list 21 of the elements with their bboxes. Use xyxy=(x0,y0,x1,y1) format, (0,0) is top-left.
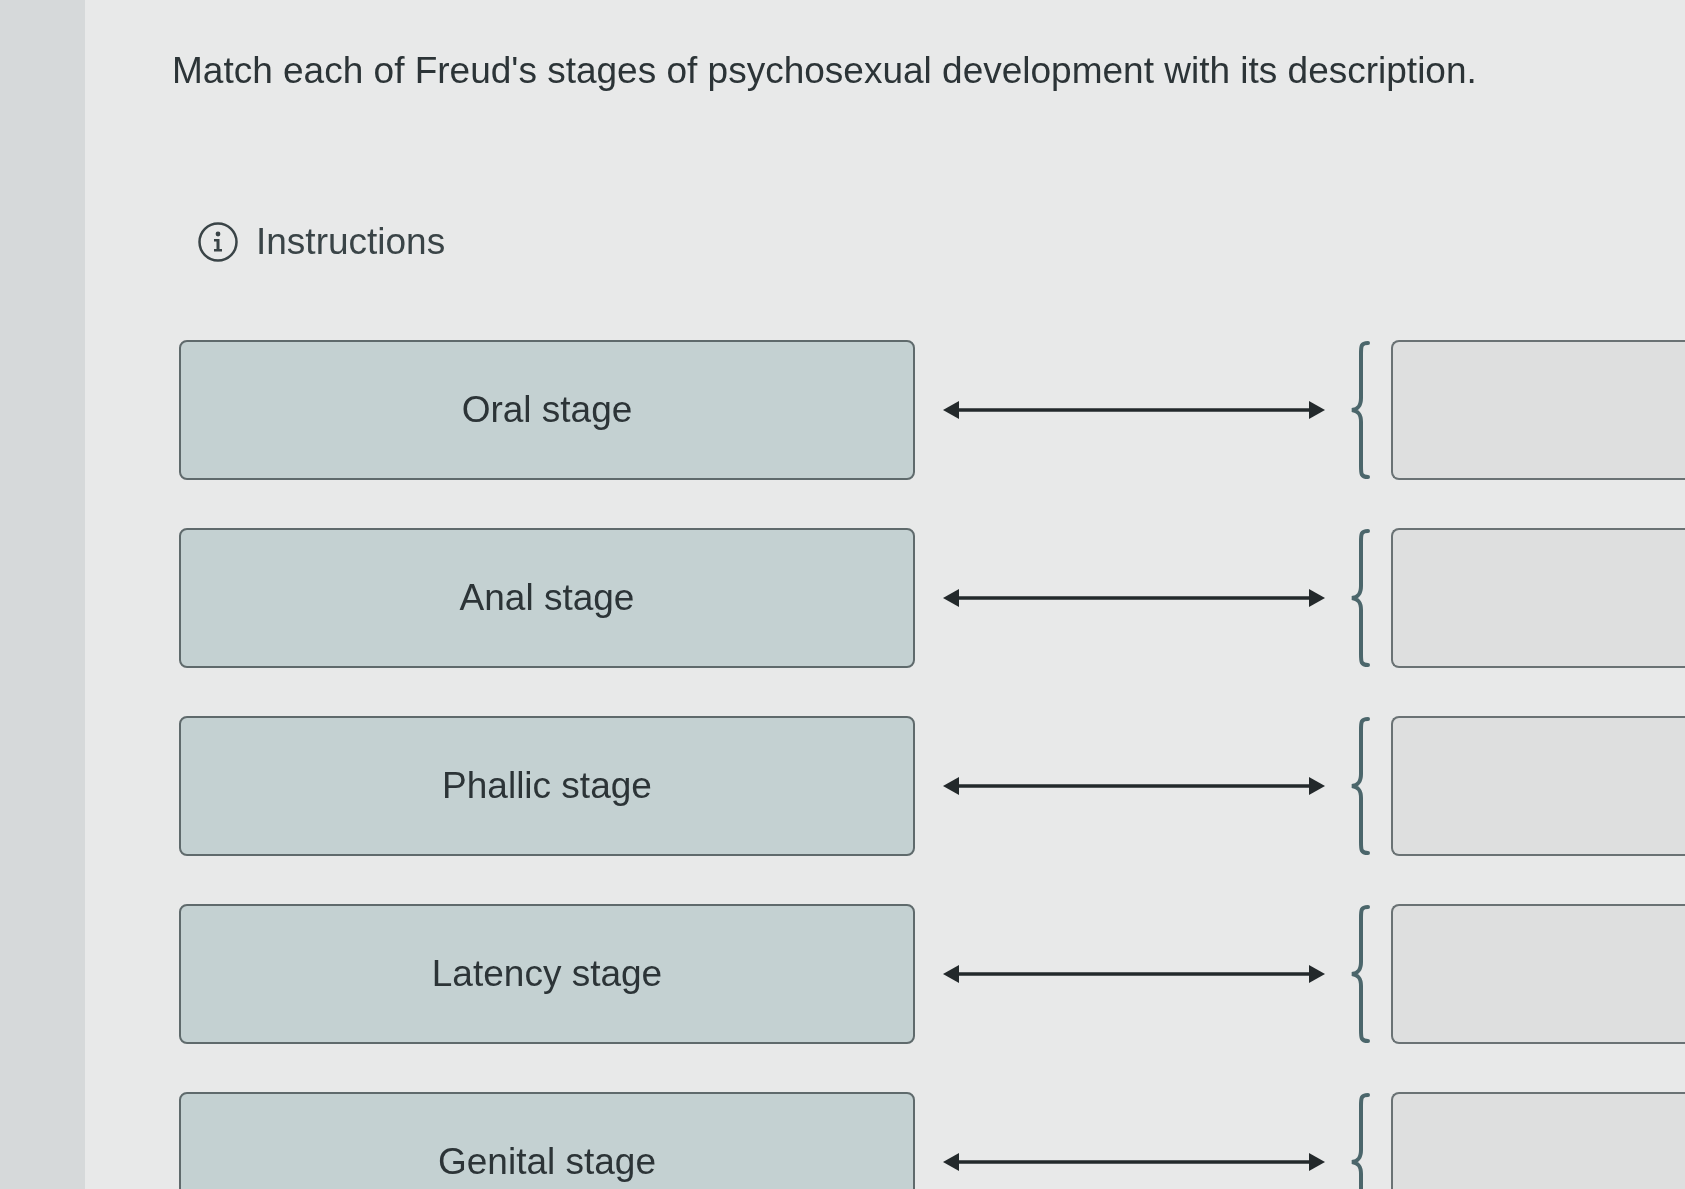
double-arrow-icon xyxy=(943,776,1325,796)
double-arrow-icon xyxy=(943,588,1325,608)
curly-brace-icon xyxy=(1349,904,1371,1044)
stage-card[interactable]: Latency stage xyxy=(179,904,915,1044)
question-prompt: Match each of Freud's stages of psychosexual development with its description. xyxy=(172,49,1477,93)
double-arrow-icon xyxy=(943,1152,1325,1172)
instructions-link[interactable]: Instructions xyxy=(256,220,446,264)
answer-box[interactable] xyxy=(1391,904,1685,1044)
double-arrow-icon xyxy=(943,400,1325,420)
curly-brace-icon xyxy=(1349,340,1371,480)
answer-box[interactable] xyxy=(1391,716,1685,856)
curly-brace-icon xyxy=(1349,716,1371,856)
answer-box[interactable] xyxy=(1391,528,1685,668)
stage-card[interactable]: Anal stage xyxy=(179,528,915,668)
answer-box[interactable] xyxy=(1391,340,1685,480)
stage-card[interactable]: Phallic stage xyxy=(179,716,915,856)
stage-card[interactable]: Oral stage xyxy=(179,340,915,480)
stage-card[interactable]: Genital stage xyxy=(179,1092,915,1189)
info-icon[interactable] xyxy=(198,222,238,262)
curly-brace-icon xyxy=(1349,528,1371,668)
double-arrow-icon xyxy=(943,964,1325,984)
